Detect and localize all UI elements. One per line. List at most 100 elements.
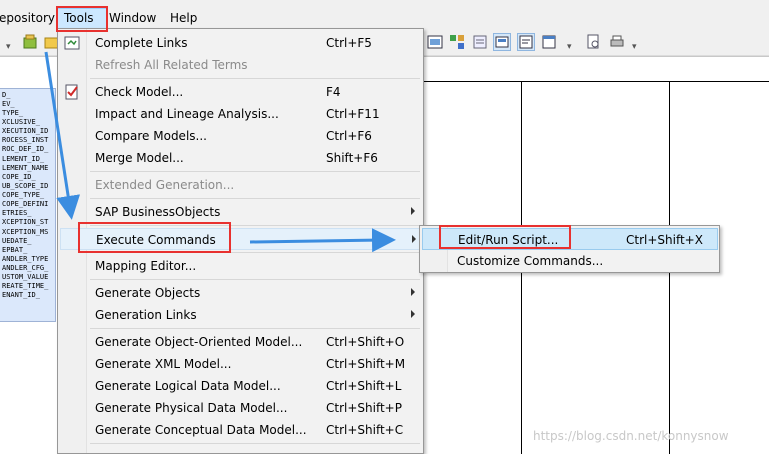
menu-item-shortcut: Ctrl+Shift+P — [326, 401, 402, 415]
links-icon — [64, 36, 80, 50]
menu-item-customize-commands[interactable]: Customize Commands... — [422, 250, 718, 272]
entity-column[interactable]: D_ — [2, 91, 10, 100]
menu-item-generation-links[interactable]: Generation Links — [60, 304, 421, 326]
menu-separator — [90, 443, 420, 444]
menu-item-label: Impact and Lineage Analysis... — [95, 107, 279, 121]
entity-column[interactable]: XCLUSIVE_ — [2, 118, 40, 127]
entity-column[interactable]: ANDLER_CFG_ — [2, 264, 48, 273]
menu-item-shortcut: Ctrl+Shift+L — [326, 379, 402, 393]
submenu-arrow-icon — [411, 310, 415, 318]
entity-column[interactable]: ETRIES_ — [2, 209, 32, 218]
annotation-box-execute-commands — [78, 222, 231, 253]
entity-column[interactable]: UB_SCOPE_ID — [2, 182, 48, 191]
menu-item-label: SAP BusinessObjects — [95, 205, 221, 219]
menu-item-shortcut: Ctrl+F5 — [326, 36, 372, 50]
menu-window[interactable]: Window — [109, 11, 156, 26]
entity-column[interactable]: LEMENT_NAME — [2, 164, 48, 173]
menu-item-mapping-editor[interactable]: Mapping Editor... — [60, 255, 421, 277]
menu-item-shortcut: Ctrl+Shift+X — [626, 233, 703, 247]
menu-bar: epository Tools Window Help — [0, 0, 769, 30]
submenu-arrow-icon — [412, 235, 416, 243]
entity-column[interactable]: LEMENT_ID_ — [2, 155, 44, 164]
menu-item-sap-businessobjects[interactable]: SAP BusinessObjects — [60, 201, 421, 223]
entity-column[interactable]: ROCESS_INST — [2, 136, 48, 145]
entity-column[interactable]: COPE_ID_ — [2, 173, 36, 182]
toggle-view-icon[interactable] — [493, 33, 511, 51]
entity-column[interactable]: USTOM_VALUE — [2, 273, 48, 282]
check-icon — [65, 84, 78, 100]
entity-column[interactable]: EPBAT_ — [2, 246, 27, 255]
print-preview-icon[interactable] — [585, 34, 601, 50]
menu-item-shortcut: Ctrl+Shift+C — [326, 423, 404, 437]
toolbar-overflow-icon[interactable]: ▾ — [632, 42, 637, 52]
menu-item-generate-xml-model[interactable]: Generate XML Model... Ctrl+Shift+M — [60, 353, 421, 375]
menu-item-label: Generate XML Model... — [95, 357, 232, 371]
diagram-icon[interactable] — [449, 34, 465, 50]
entity-column[interactable]: TYPE_ — [2, 109, 23, 118]
menu-item-shortcut: Ctrl+Shift+M — [326, 357, 406, 371]
menu-item-check-model[interactable]: Check Model... F4 — [60, 81, 421, 103]
menu-separator — [90, 198, 420, 199]
entity-column[interactable]: XECUTION_ID — [2, 127, 48, 136]
view-icon[interactable] — [427, 34, 443, 50]
output-icon[interactable] — [517, 33, 535, 51]
menu-item-merge-model[interactable]: Merge Model... Shift+F6 — [60, 147, 421, 169]
menu-item-extended-generation[interactable]: Extended Generation... — [60, 174, 421, 196]
menu-item-label: Generate Physical Data Model... — [95, 401, 288, 415]
entity-column[interactable]: ANDLER_TYPE — [2, 255, 48, 264]
menu-item-shortcut: Ctrl+Shift+O — [326, 335, 405, 349]
menu-item-compare-models[interactable]: Compare Models... Ctrl+F6 — [60, 125, 421, 147]
menu-item-generate-oom[interactable]: Generate Object-Oriented Model... Ctrl+S… — [60, 331, 421, 353]
menu-item-shortcut: Ctrl+F11 — [326, 107, 380, 121]
menu-help[interactable]: Help — [170, 11, 197, 26]
menu-item-shortcut: F4 — [326, 85, 341, 99]
menu-item-refresh-all-related-terms[interactable]: Refresh All Related Terms — [60, 54, 421, 76]
menu-item-impact-lineage-analysis[interactable]: Impact and Lineage Analysis... Ctrl+F11 — [60, 103, 421, 125]
menu-repository[interactable]: epository — [0, 11, 55, 26]
menu-item-generate-ldm[interactable]: Generate Logical Data Model... Ctrl+Shif… — [60, 375, 421, 397]
menu-separator — [90, 171, 420, 172]
window-icon[interactable] — [541, 34, 557, 50]
entity-column[interactable]: XCEPTION_MS — [2, 228, 48, 237]
entity-column[interactable]: UEDATE_ — [2, 237, 32, 246]
entity-column[interactable]: COPE_DEFINI — [2, 200, 48, 209]
menu-item-complete-links[interactable]: Complete Links Ctrl+F5 — [60, 32, 421, 54]
toolbar-overflow-icon[interactable]: ▾ — [567, 42, 572, 52]
print-icon[interactable] — [609, 34, 625, 50]
menu-separator — [90, 279, 420, 280]
submenu-arrow-icon — [411, 288, 415, 296]
table-entity[interactable]: D_ EV_ TYPE_ XCLUSIVE_ XECUTION_ID ROCES… — [0, 88, 56, 322]
menu-item-label: Generate Conceptual Data Model... — [95, 423, 307, 437]
menu-separator — [90, 328, 420, 329]
menu-item-generate-objects[interactable]: Generate Objects — [60, 282, 421, 304]
menu-item-generate-pdm[interactable]: Generate Physical Data Model... Ctrl+Shi… — [60, 397, 421, 419]
menu-item-label: Merge Model... — [95, 151, 184, 165]
entity-column[interactable]: EV_ — [2, 100, 15, 109]
menu-item-label: Generate Object-Oriented Model... — [95, 335, 303, 349]
watermark: https://blog.csdn.net/konnysnow — [533, 429, 729, 443]
toolbar-overflow-icon[interactable]: ▾ — [6, 42, 11, 52]
submenu-arrow-icon — [411, 207, 415, 215]
menu-item-label: Customize Commands... — [457, 254, 604, 268]
entity-column[interactable]: REATE_TIME_ — [2, 282, 48, 291]
menu-item-shortcut: Ctrl+F6 — [326, 129, 372, 143]
menu-item-label: Complete Links — [95, 36, 188, 50]
menu-item-label: Check Model... — [95, 85, 184, 99]
entity-column[interactable]: ROC_DEF_ID_ — [2, 145, 48, 154]
menu-item-generate-cdm[interactable]: Generate Conceptual Data Model... Ctrl+S… — [60, 419, 421, 441]
menu-separator — [90, 78, 420, 79]
menu-item-label: Mapping Editor... — [95, 259, 197, 273]
menu-item-label: Generation Links — [95, 308, 197, 322]
entity-column[interactable]: ENANT_ID_ — [2, 291, 40, 300]
annotation-box-edit-run-script — [439, 225, 571, 249]
annotation-box-tools — [56, 6, 108, 32]
package-icon[interactable] — [22, 34, 38, 50]
entity-column[interactable]: XCEPTION_ST — [2, 218, 48, 227]
diagram-border — [424, 81, 769, 82]
entity-column[interactable]: COPE_TYPE_ — [2, 191, 44, 200]
menu-item-label: Refresh All Related Terms — [95, 58, 248, 72]
menu-item-label: Compare Models... — [95, 129, 207, 143]
menu-item-label: Extended Generation... — [95, 178, 235, 192]
properties-icon[interactable] — [472, 34, 488, 50]
menu-item-shortcut: Shift+F6 — [326, 151, 378, 165]
